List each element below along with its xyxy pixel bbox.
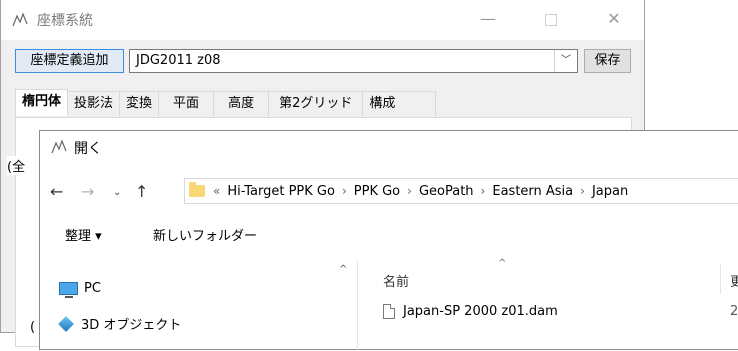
maximize-button[interactable] [538, 8, 564, 30]
crs-select-value: JDG2011 z08 [136, 53, 221, 68]
app-icon [12, 12, 28, 27]
folder-icon [189, 182, 205, 197]
navigation-pane: PC 3D オブジェクト [40, 261, 340, 351]
chevron-right-icon[interactable]: › [580, 184, 585, 198]
tab-projection[interactable]: 投影法 [67, 91, 121, 116]
chevron-right-icon[interactable]: › [342, 184, 347, 198]
open-file-dialog: 開く ← → ⌄ ↑ « Hi-Target PPK Go › PPK Go ›… [39, 130, 738, 351]
tab-height[interactable]: 高度 [213, 91, 270, 116]
column-header-modified[interactable]: 更 [730, 271, 738, 290]
dialog-title-bar: 開く [40, 131, 738, 165]
pc-icon [59, 282, 78, 298]
breadcrumb-item[interactable]: Japan [592, 184, 628, 199]
partial-label: (全 [7, 156, 26, 175]
3d-objects-icon [58, 315, 74, 332]
file-list-item[interactable]: Japan-SP 2000 z01.dam [383, 304, 558, 319]
tab-ellipsoid[interactable]: 楕円体 [15, 89, 69, 116]
sort-caret-icon: ^ [498, 258, 507, 269]
chevron-right-icon[interactable]: › [481, 184, 486, 198]
organize-menu[interactable]: 整理 ▾ [65, 225, 102, 244]
tab-transformation[interactable]: 変換 [119, 91, 160, 116]
address-bar[interactable]: « Hi-Target PPK Go › PPK Go › GeoPath › … [184, 178, 738, 204]
nav-item-3d-objects[interactable]: 3D オブジェクト [58, 314, 182, 333]
chevron-down-icon[interactable]: ﹀ [554, 50, 577, 72]
file-name: Japan-SP 2000 z01.dam [403, 304, 558, 319]
chevron-right-icon[interactable]: › [407, 184, 412, 198]
nav-item-label: 3D オブジェクト [81, 318, 182, 333]
window-title: 座標系統 [37, 13, 93, 29]
breadcrumb-overflow[interactable]: « [213, 184, 220, 198]
tab-second-grid[interactable]: 第2グリッド [268, 91, 364, 116]
tab-bar: 楕円体 投影法 変換 平面 高度 第2グリッド 構成 [15, 89, 437, 117]
recent-locations-chevron-icon[interactable]: ⌄ [113, 187, 121, 198]
nav-item-label: PC [84, 281, 101, 296]
back-arrow-icon[interactable]: ← [50, 182, 63, 201]
file-date: 2 [730, 304, 738, 319]
dialog-title: 開く [74, 141, 102, 157]
add-coordinate-definition-button[interactable]: 座標定義追加 [15, 49, 124, 73]
forward-arrow-icon[interactable]: → [81, 182, 94, 201]
breadcrumb-item[interactable]: PPK Go [354, 184, 400, 199]
new-folder-button[interactable]: 新しいフォルダー [153, 225, 257, 244]
breadcrumb-item[interactable]: Hi-Target PPK Go [227, 184, 335, 199]
tab-plane[interactable]: 平面 [158, 91, 215, 116]
title-bar: 座標系統 — ✕ [1, 0, 644, 40]
save-button[interactable]: 保存 [584, 49, 631, 73]
app-icon [51, 139, 67, 154]
close-button[interactable]: ✕ [601, 8, 627, 30]
crs-select[interactable]: JDG2011 z08 ﹀ [129, 49, 578, 73]
command-bar: 整理 ▾ 新しいフォルダー [40, 221, 738, 247]
column-header-name[interactable]: 名前 [383, 271, 409, 290]
nav-item-pc[interactable]: PC [59, 281, 101, 298]
column-divider[interactable] [720, 264, 721, 294]
tab-config[interactable]: 構成 [362, 91, 437, 116]
breadcrumb-item[interactable]: GeoPath [419, 184, 474, 199]
maximize-icon [545, 13, 557, 26]
minimize-button[interactable]: — [475, 8, 501, 30]
file-icon [383, 304, 395, 319]
pane-divider[interactable] [357, 261, 358, 351]
breadcrumb-item[interactable]: Eastern Asia [492, 184, 573, 199]
scroll-up-icon[interactable]: ^ [339, 264, 347, 275]
up-arrow-icon[interactable]: ↑ [135, 182, 148, 201]
